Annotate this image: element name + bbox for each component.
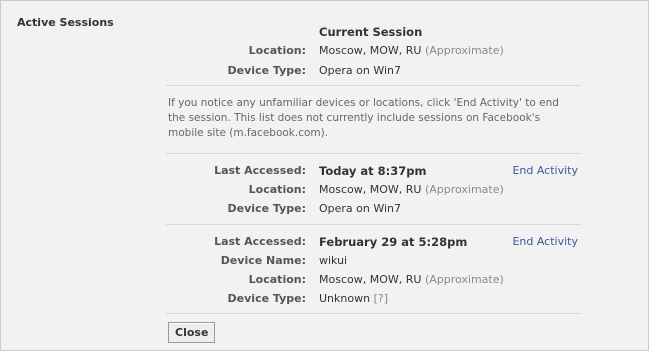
- current-device-type-value: Opera on Win7: [319, 64, 402, 77]
- current-location-value: Moscow, MOW, RU (Approximate): [319, 44, 504, 57]
- session2-end-activity-link[interactable]: End Activity: [512, 235, 578, 248]
- session1-last-accessed-label: Last Accessed:: [214, 164, 306, 177]
- session2-device-type-label: Device Type:: [227, 292, 306, 305]
- session2-location-value: Moscow, MOW, RU (Approximate): [319, 273, 504, 286]
- session2-location-text: Moscow, MOW, RU: [319, 273, 422, 286]
- session1-device-type-value: Opera on Win7: [319, 202, 402, 215]
- current-location-note: (Approximate): [424, 44, 504, 57]
- divider: [166, 85, 581, 86]
- divider: [166, 313, 581, 314]
- session2-last-accessed-value: February 29 at 5:28pm: [319, 235, 468, 249]
- session1-location-value: Moscow, MOW, RU (Approximate): [319, 183, 504, 196]
- active-sessions-panel: Active Sessions Current Session Location…: [0, 0, 649, 351]
- current-location-text: Moscow, MOW, RU: [319, 44, 422, 57]
- sessions-notice: If you notice any unfamiliar devices or …: [168, 97, 559, 139]
- session2-device-type-text: Unknown: [319, 292, 371, 305]
- session2-device-type-value: Unknown [?]: [319, 292, 388, 305]
- session1-end-activity-link[interactable]: End Activity: [512, 164, 578, 177]
- session1-device-type-label: Device Type:: [227, 202, 306, 215]
- device-type-help-link[interactable]: [?]: [374, 292, 388, 305]
- session1-last-accessed-value: Today at 8:37pm: [319, 164, 427, 178]
- session2-device-name-label: Device Name:: [220, 254, 306, 267]
- close-button[interactable]: Close: [168, 322, 216, 343]
- current-device-type-label: Device Type:: [227, 64, 306, 77]
- session2-last-accessed-label: Last Accessed:: [214, 235, 306, 248]
- current-location-label: Location:: [248, 44, 306, 57]
- session1-location-note: (Approximate): [424, 183, 504, 196]
- divider: [166, 153, 581, 154]
- current-session-heading: Current Session: [319, 25, 423, 39]
- session2-location-label: Location:: [248, 273, 306, 286]
- section-title: Active Sessions: [17, 16, 114, 29]
- session1-location-label: Location:: [248, 183, 306, 196]
- session2-device-name-value: wikui: [319, 254, 348, 267]
- session2-location-note: (Approximate): [424, 273, 504, 286]
- session1-location-text: Moscow, MOW, RU: [319, 183, 422, 196]
- divider: [166, 224, 581, 225]
